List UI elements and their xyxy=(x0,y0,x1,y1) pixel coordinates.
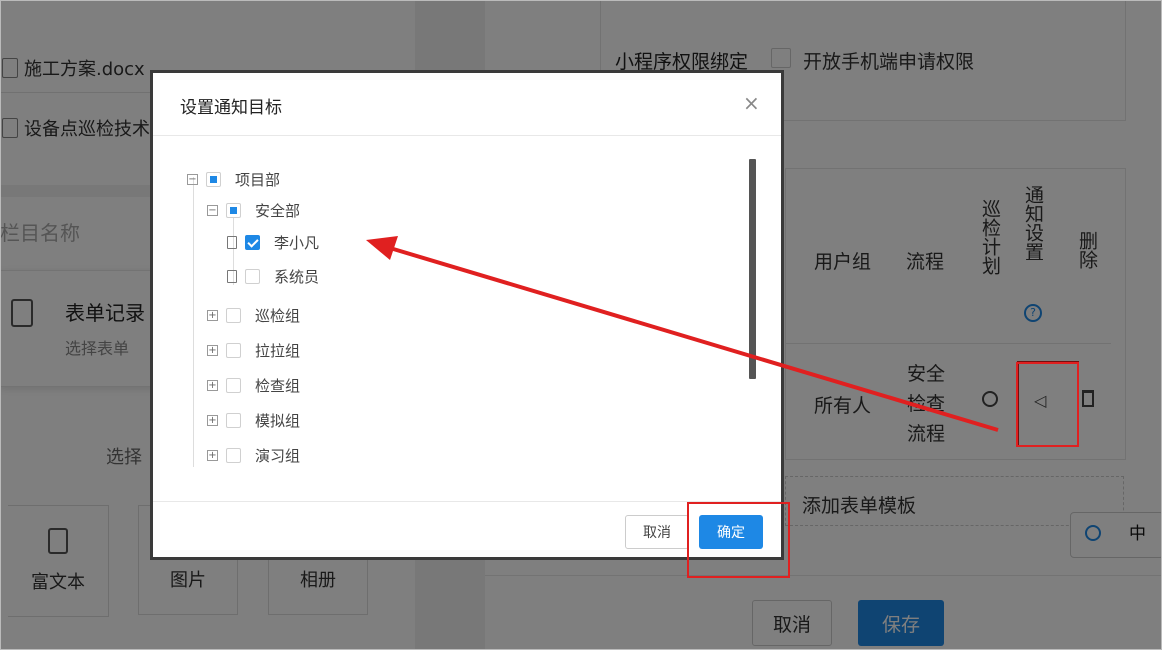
annotation-arrow xyxy=(366,236,999,432)
arrow-head-icon xyxy=(366,236,398,260)
arrow-line xyxy=(389,246,999,432)
